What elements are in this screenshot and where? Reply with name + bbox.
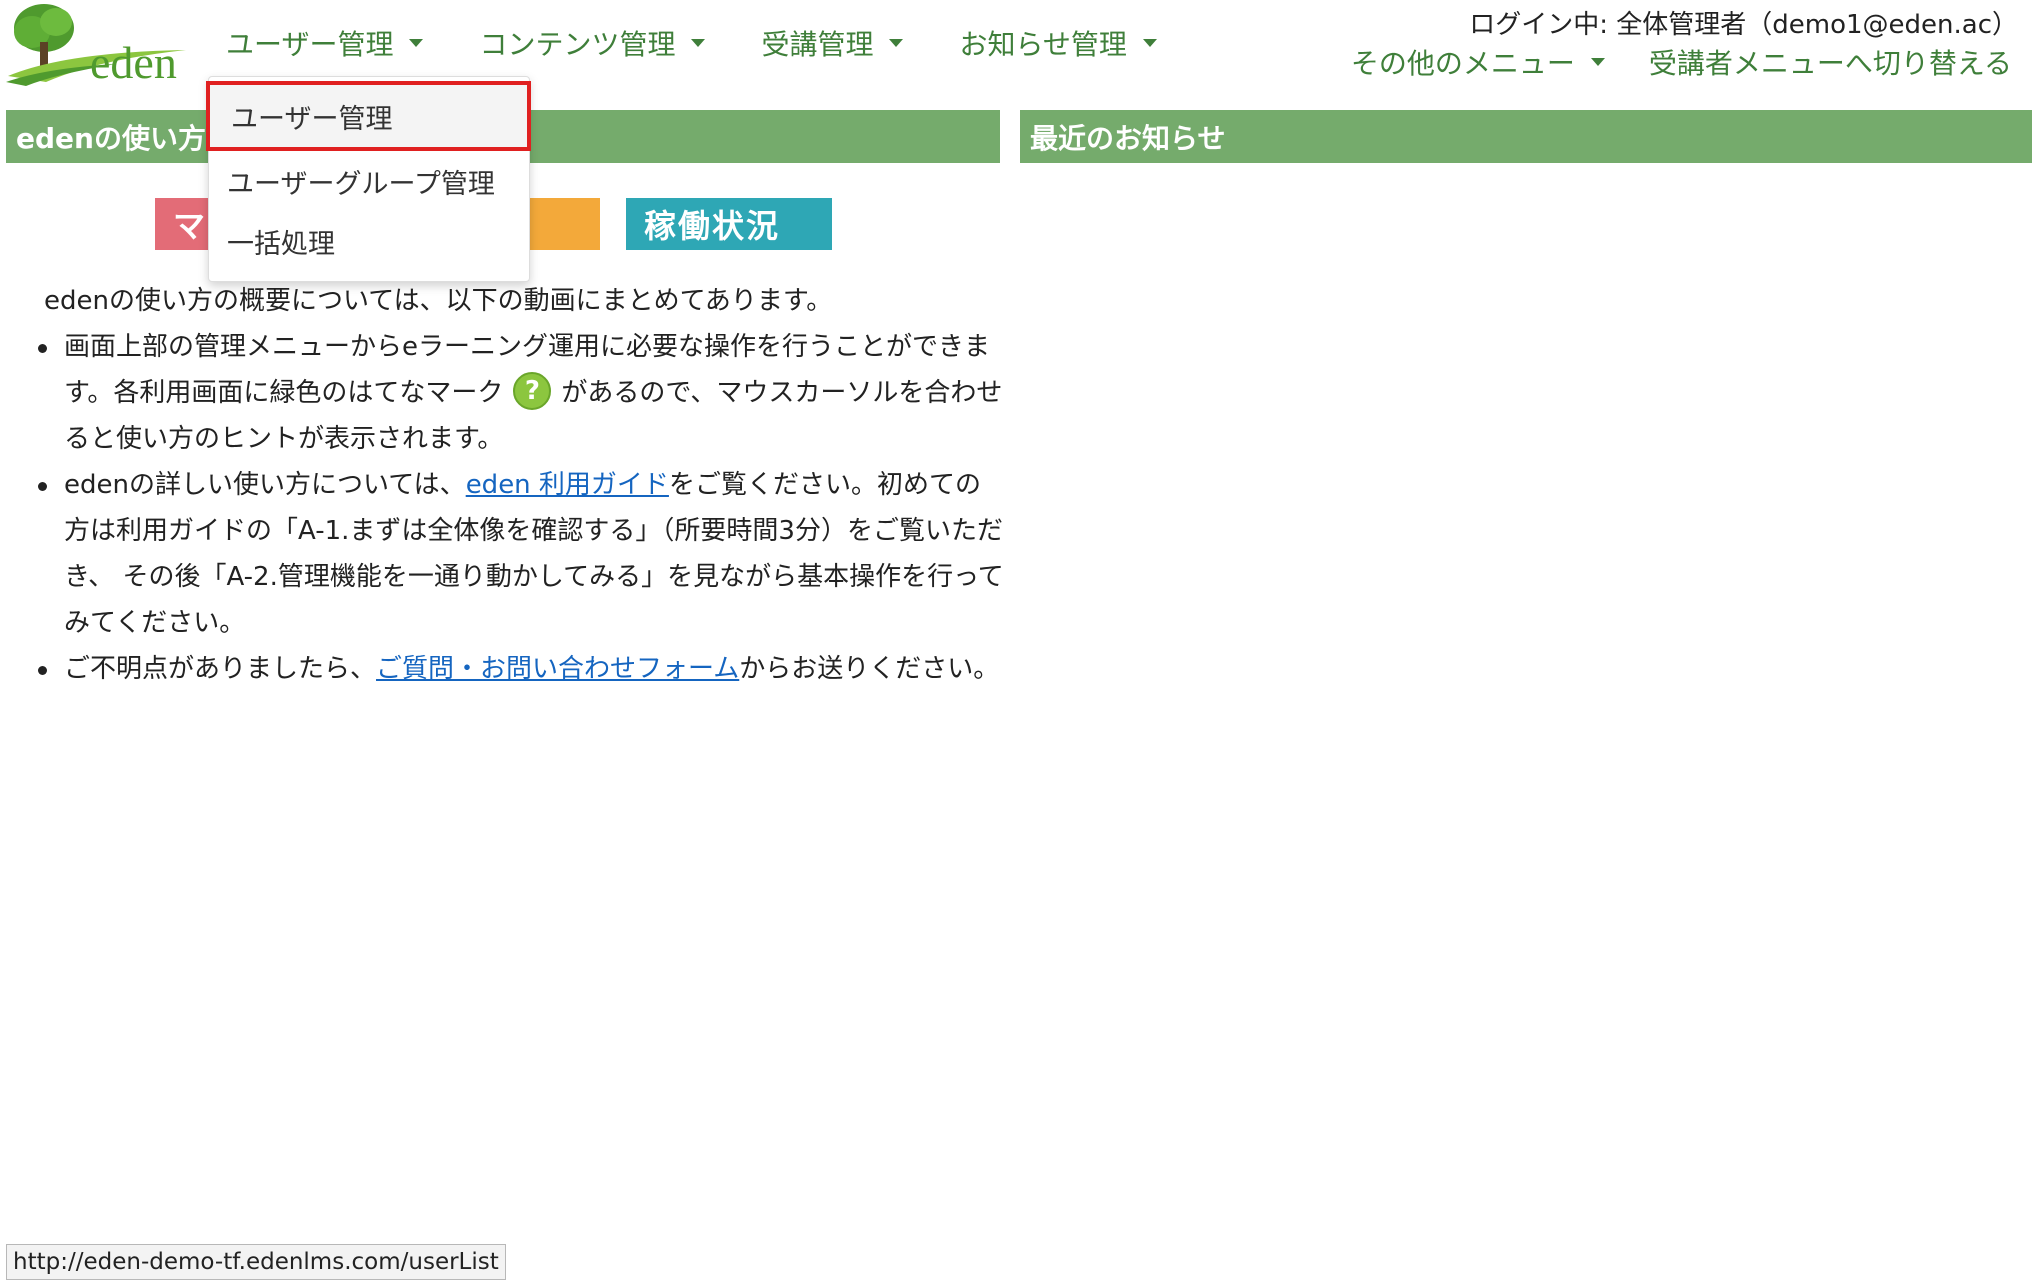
dropdown-item-user-management[interactable]: ユーザー管理	[206, 81, 531, 151]
user-guide-link[interactable]: eden 利用ガイド	[466, 470, 669, 500]
nav-label: その他のメニュー	[1350, 47, 1575, 80]
caret-down-icon	[409, 39, 424, 47]
banner-label: 稼働状況	[644, 207, 781, 245]
eden-logo[interactable]: eden	[6, 2, 196, 88]
intro-text: edenの使い方の概要については、以下の動画にまとめてあります。	[44, 286, 833, 316]
dropdown-item-user-group-management[interactable]: ユーザーグループ管理	[209, 151, 529, 211]
status-bar-url: http://eden-demo-tf.edenlms.com/userList	[6, 1244, 506, 1280]
login-info: ログイン中: 全体管理者（demo1@eden.ac）	[1469, 10, 2018, 40]
section-title: edenの使い方	[16, 121, 206, 155]
list-item: edenの詳しい使い方については、eden 利用ガイドをご覧ください。初めての方…	[30, 462, 1004, 646]
nav-label: お知らせ管理	[959, 28, 1127, 61]
logo-text: eden	[90, 37, 177, 86]
dropdown-item-bulk-processing[interactable]: 一括処理	[209, 211, 529, 271]
dropdown-item-label: ユーザーグループ管理	[227, 168, 495, 200]
recent-notices-header: 最近のお知らせ	[1020, 110, 2032, 163]
usage-content: edenの使い方の概要については、以下の動画にまとめてあります。 画面上部の管理…	[38, 278, 1004, 692]
list-text: ご不明点がありましたら、	[64, 654, 377, 684]
nav-notice-management[interactable]: お知らせ管理	[959, 23, 1157, 63]
help-icon: ?	[513, 371, 552, 410]
nav-label: 受講者メニューへ切り替える	[1648, 47, 2012, 80]
caret-down-icon	[1142, 39, 1157, 47]
nav-course-management[interactable]: 受講管理	[761, 23, 904, 63]
list-text: からお送りください。	[739, 654, 1000, 684]
inquiry-form-link[interactable]: ご質問・お問い合わせフォーム	[376, 654, 739, 684]
user-management-dropdown: ユーザー管理 ユーザーグループ管理 一括処理	[206, 76, 531, 282]
nav-user-management[interactable]: ユーザー管理	[226, 23, 424, 63]
caret-down-icon	[889, 39, 904, 47]
nav-label: 受講管理	[761, 28, 874, 61]
caret-down-icon	[1590, 58, 1605, 66]
usage-list: 画面上部の管理メニューからeラーニング運用に必要な操作を行うことができます。各利…	[30, 324, 1004, 692]
list-item: 画面上部の管理メニューからeラーニング運用に必要な操作を行うことができます。各利…	[30, 324, 1004, 462]
main-nav: ユーザー管理 コンテンツ管理 受講管理 お知らせ管理	[226, 20, 1213, 66]
right-nav: その他のメニュー 受講者メニューへ切り替える	[1307, 42, 2012, 82]
caret-down-icon	[691, 39, 706, 47]
nav-content-management[interactable]: コンテンツ管理	[479, 23, 706, 63]
list-item: ご不明点がありましたら、ご質問・お問い合わせフォームからお送りください。	[30, 646, 1004, 692]
nav-other-menu[interactable]: その他のメニュー	[1351, 42, 1605, 82]
banner-label: マ	[173, 207, 208, 245]
nav-label: コンテンツ管理	[479, 28, 676, 61]
nav-label: ユーザー管理	[226, 28, 394, 61]
dropdown-item-label: ユーザー管理	[231, 103, 393, 135]
list-text: edenの詳しい使い方については、	[64, 470, 466, 500]
section-title: 最近のお知らせ	[1030, 121, 1226, 155]
tree-logo-icon: eden	[6, 4, 186, 88]
dropdown-item-label: 一括処理	[227, 228, 335, 260]
switch-to-learner-link[interactable]: 受講者メニューへ切り替える	[1649, 42, 2012, 82]
status-banner-button[interactable]: 稼働状況	[626, 198, 832, 250]
